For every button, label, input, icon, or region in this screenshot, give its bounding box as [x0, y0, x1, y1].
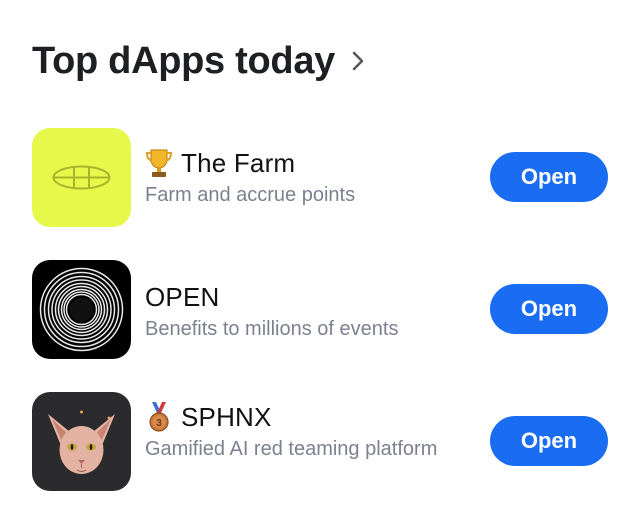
open-button[interactable]: Open: [490, 284, 608, 334]
app-item-sphnx[interactable]: 3 SPHNX Gamified AI red teaming platform…: [32, 392, 608, 492]
third-place-medal-icon: 3: [145, 401, 173, 433]
the-farm-logo: [32, 128, 131, 227]
app-name: OPEN: [145, 281, 220, 312]
app-description: Farm and accrue points: [145, 184, 356, 206]
app-name: SPHNX: [181, 401, 272, 432]
open-logo: [32, 260, 131, 359]
app-description: Gamified AI red teaming platform: [145, 438, 438, 460]
open-button[interactable]: Open: [490, 152, 608, 202]
section-header[interactable]: Top dApps today: [32, 36, 365, 86]
trophy-icon: [145, 147, 173, 179]
app-item-the-farm[interactable]: The Farm Farm and accrue points Open: [32, 128, 608, 228]
chevron-right-icon[interactable]: [351, 50, 365, 72]
app-description: Benefits to millions of events: [145, 318, 399, 340]
sphnx-logo: [32, 392, 131, 491]
section-title: Top dApps today: [32, 39, 335, 82]
open-button[interactable]: Open: [490, 416, 608, 466]
svg-text:3: 3: [156, 418, 162, 429]
app-item-open[interactable]: OPEN Benefits to millions of events Open: [32, 260, 608, 360]
app-name: The Farm: [181, 147, 296, 178]
